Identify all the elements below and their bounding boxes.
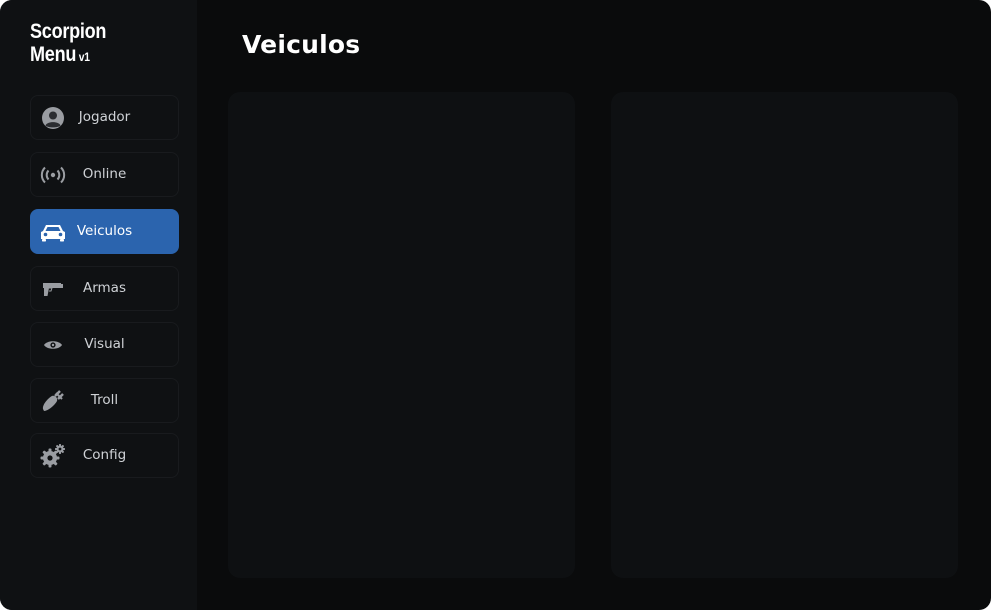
app-logo: Scorpion Menu v1 (30, 20, 106, 66)
logo-title-line2: Menu (30, 43, 77, 66)
content-panel-right (611, 92, 958, 578)
sidebar-item-veiculos[interactable]: Veiculos (30, 209, 179, 254)
sidebar-item-label: Troll (90, 392, 119, 408)
content-panel-left (228, 92, 575, 578)
menu-window: Scorpion Menu v1 Jogador Online Veiculos… (0, 0, 991, 610)
logo-title-line2-row: Menu v1 (30, 43, 106, 66)
sidebar-item-troll[interactable]: Troll (30, 378, 179, 423)
sidebar-item-visual[interactable]: Visual (30, 322, 179, 367)
sidebar-item-label: Jogador (78, 109, 131, 125)
sidebar-item-label: Armas (82, 280, 126, 296)
logo-title-line1: Scorpion (30, 20, 107, 43)
sidebar-item-armas[interactable]: Armas (30, 266, 179, 311)
sidebar: Scorpion Menu v1 Jogador Online Veiculos… (0, 0, 197, 610)
sidebar-item-label: Veiculos (76, 223, 133, 239)
page-title: Veiculos (242, 30, 361, 59)
version-label: v1 (78, 50, 90, 64)
sidebar-item-online[interactable]: Online (30, 152, 179, 197)
sidebar-item-label: Config (82, 447, 127, 463)
sidebar-item-jogador[interactable]: Jogador (30, 95, 179, 140)
sidebar-item-label: Online (82, 166, 127, 182)
sidebar-item-label: Visual (84, 336, 125, 352)
sidebar-item-config[interactable]: Config (30, 433, 179, 478)
